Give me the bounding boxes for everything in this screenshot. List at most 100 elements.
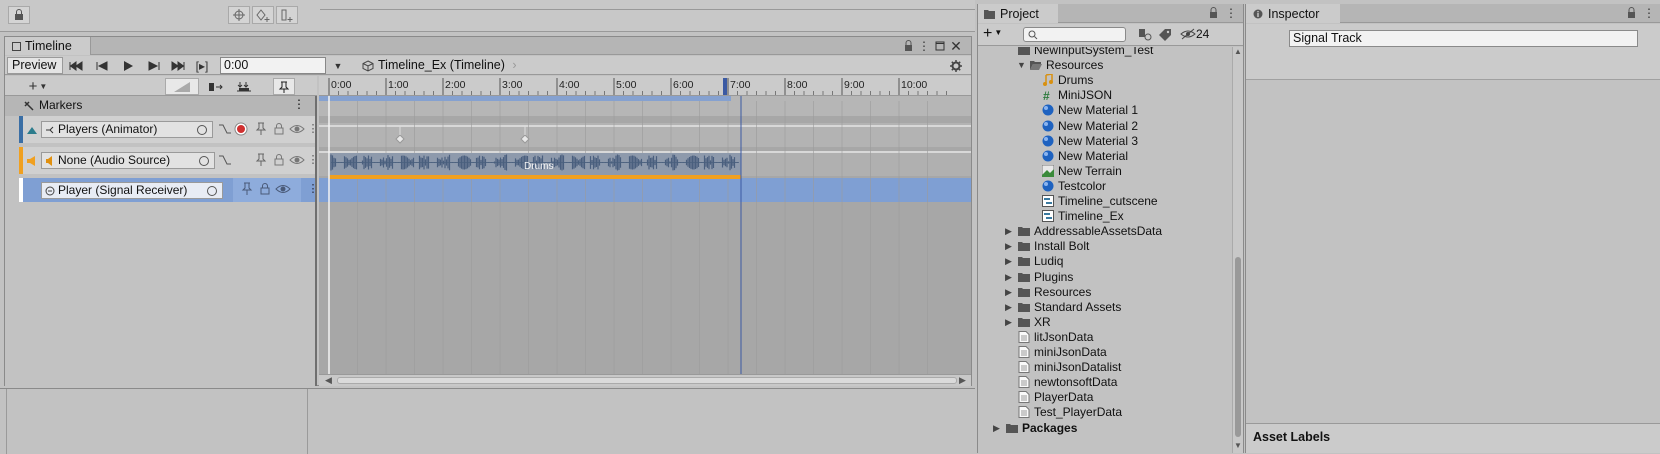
track-headers-panel: Markers ⋮ Players (Animator) ⋮ None (Aud…: [5, 96, 319, 386]
lock-icon[interactable]: [271, 153, 287, 168]
more-menu-icon[interactable]: ⋮: [1642, 6, 1656, 20]
hidden-packages-toggle[interactable]: 24: [1180, 27, 1240, 43]
lock-icon[interactable]: [901, 39, 915, 53]
time-field[interactable]: 0:00: [220, 57, 326, 74]
add-track-button[interactable]: + ▼: [23, 78, 53, 95]
search-by-type-icon[interactable]: [1138, 28, 1154, 42]
lock-icon[interactable]: [271, 122, 287, 137]
edit-mode-button[interactable]: [165, 78, 199, 95]
project-item-label: New Material: [1058, 148, 1129, 163]
scroll-left-icon[interactable]: ◀: [325, 375, 332, 386]
play-range-button[interactable]: [▸]: [191, 57, 213, 74]
vertical-scrollbar[interactable]: ▲ ▼: [1232, 47, 1243, 453]
folder-icon: [1018, 240, 1030, 252]
project-item-label: MiniJSON: [1058, 88, 1113, 103]
search-input[interactable]: [1023, 27, 1126, 42]
replace-mode-icon[interactable]: [233, 78, 255, 95]
snap-button[interactable]: [228, 6, 250, 24]
asset-labels-header[interactable]: Asset Labels: [1246, 423, 1660, 453]
text-file-icon: [1018, 346, 1030, 358]
create-button[interactable]: + ▼: [983, 25, 1002, 43]
playhead-marker[interactable]: [723, 78, 727, 95]
object-picker-icon[interactable]: [197, 125, 207, 135]
eye-icon[interactable]: [275, 182, 291, 197]
expand-arrow-icon[interactable]: ▶: [1005, 238, 1012, 254]
eye-icon[interactable]: [289, 153, 305, 168]
curves-icon[interactable]: [217, 122, 233, 137]
close-icon[interactable]: ✕: [949, 39, 963, 53]
next-frame-icon[interactable]: [143, 57, 165, 74]
pin-icon[interactable]: [253, 153, 269, 168]
snap-toggle-button[interactable]: [273, 78, 295, 95]
scroll-up-icon[interactable]: ▲: [1234, 47, 1242, 56]
audio-icon: [1042, 74, 1054, 87]
audio-clip-bar: [329, 175, 741, 179]
expand-arrow-open-icon[interactable]: ▼: [1017, 57, 1026, 73]
more-menu-icon[interactable]: ⋮: [1224, 6, 1238, 20]
preview-button[interactable]: Preview: [7, 57, 63, 74]
scroll-thumb[interactable]: [1235, 257, 1241, 437]
track-header-audio[interactable]: None (Audio Source) ⋮: [19, 147, 319, 174]
eye-icon[interactable]: [289, 122, 305, 137]
go-to-end-icon[interactable]: [167, 57, 189, 74]
signal-lane[interactable]: [319, 178, 971, 202]
time-ruler[interactable]: 0:00 1:00 2:00 3:00 4:00 5:00 6:00 7:00 8:00 9:00…: [319, 76, 971, 96]
terrain-icon: [1042, 164, 1054, 177]
ripple-mode-icon[interactable]: [205, 78, 227, 95]
add-event-button[interactable]: [276, 6, 298, 24]
lock-icon[interactable]: [1624, 6, 1638, 20]
object-name-field[interactable]: Signal Track: [1289, 30, 1638, 47]
ruler-tick-label: 2:00: [445, 79, 466, 91]
project-item-label: Standard Assets: [1034, 299, 1122, 314]
animator-binding-field[interactable]: Players (Animator): [41, 121, 213, 138]
signal-binding-field[interactable]: Player (Signal Receiver): [41, 182, 223, 199]
record-icon[interactable]: [233, 122, 249, 137]
pin-icon[interactable]: [239, 182, 255, 197]
scroll-down-icon[interactable]: ▼: [1234, 441, 1242, 450]
object-picker-icon[interactable]: [199, 156, 209, 166]
timeline-tracks-area[interactable]: Drums: [319, 96, 971, 374]
add-key-button[interactable]: [252, 6, 274, 24]
settings-gear-icon[interactable]: [945, 57, 967, 74]
expand-arrow-icon[interactable]: ▶: [1005, 314, 1012, 330]
ruler-tick-label: 6:00: [673, 79, 694, 91]
project-item-label: Plugins: [1034, 269, 1074, 284]
top-toolbar-strip: [0, 0, 975, 32]
track-header-signal[interactable]: Player (Signal Receiver) ⋮: [19, 178, 319, 202]
previous-frame-icon[interactable]: [91, 57, 113, 74]
scroll-right-icon[interactable]: ▶: [959, 375, 966, 386]
go-to-start-icon[interactable]: [65, 57, 87, 74]
top-ruler: [320, 9, 975, 10]
expand-arrow-icon[interactable]: ▶: [1005, 284, 1012, 300]
expand-arrow-icon[interactable]: ▶: [1005, 223, 1012, 239]
tab-inspector[interactable]: Inspector: [1246, 4, 1340, 23]
breadcrumb[interactable]: Timeline_Ex (Timeline) ›: [360, 57, 517, 74]
scroll-thumb[interactable]: [337, 377, 957, 384]
chevron-down-icon[interactable]: ▼: [327, 57, 349, 74]
expand-arrow-icon[interactable]: ▶: [1005, 299, 1012, 315]
object-picker-icon[interactable]: [207, 186, 217, 196]
maximize-icon[interactable]: [933, 39, 947, 53]
expand-arrow-icon[interactable]: ▶: [993, 420, 1000, 436]
search-by-label-icon[interactable]: [1158, 28, 1172, 42]
lock-toggle-button[interactable]: [8, 6, 30, 24]
text-file-icon: [1018, 391, 1030, 404]
more-menu-icon[interactable]: ⋮: [917, 39, 931, 53]
ruler-tick-label: 9:00: [844, 79, 865, 91]
expand-arrow-icon[interactable]: ▶: [1005, 253, 1012, 269]
track-header-animator[interactable]: Players (Animator) ⋮: [19, 116, 319, 143]
curves-icon[interactable]: [217, 153, 233, 168]
pin-icon[interactable]: [253, 122, 269, 137]
tab-timeline[interactable]: Timeline: [5, 37, 91, 55]
lock-icon[interactable]: [257, 182, 273, 197]
lock-icon[interactable]: [1206, 6, 1220, 20]
horizontal-scrollbar[interactable]: ◀ ▶: [319, 374, 971, 386]
timeline-range-bar: [319, 96, 731, 101]
play-icon[interactable]: [117, 57, 139, 74]
markers-row[interactable]: Markers ⋮: [5, 96, 315, 116]
audio-binding-field[interactable]: None (Audio Source): [41, 152, 215, 169]
project-item-label: Timeline_cutscene: [1058, 194, 1158, 208]
more-menu-icon[interactable]: ⋮: [293, 97, 305, 111]
tab-project[interactable]: Project: [978, 4, 1058, 23]
expand-arrow-icon[interactable]: ▶: [1005, 269, 1012, 285]
